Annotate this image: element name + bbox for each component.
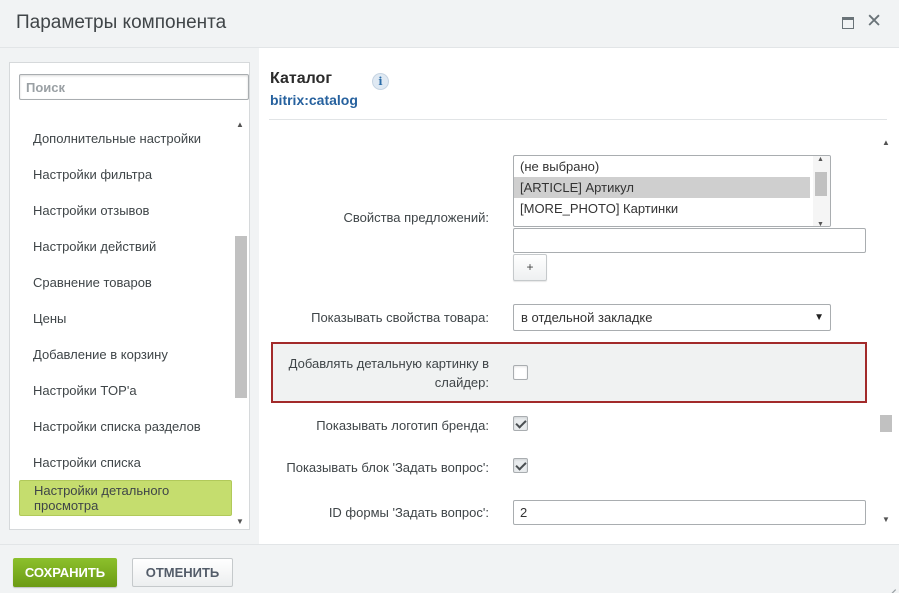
select-option[interactable]: [MORE_PHOTO] Картинки [514,198,810,219]
show-brand-logo-checkbox[interactable] [513,416,528,431]
component-code: bitrix:catalog [270,92,358,108]
cancel-button[interactable]: ОТМЕНИТЬ [132,558,233,587]
sidebar-item-label: Дополнительные настройки [33,130,202,146]
add-detail-pic-label: Добавлять детальную картинку в слайдер: [269,354,489,392]
scroll-up-icon[interactable]: ▲ [882,138,890,147]
scroll-thumb[interactable] [235,236,247,398]
sidebar-item-reviews[interactable]: Настройки отзывов [19,192,232,228]
sidebar-item-filter[interactable]: Настройки фильтра [19,156,232,192]
offer-props-select[interactable]: (не выбрано) [ARTICLE] Артикул [MORE_PHO… [513,155,831,227]
dialog-titlebar: Параметры компонента ✕ [0,0,899,48]
select-scrollbar[interactable]: ▲ ▼ [813,156,830,226]
sidebar-item-label: Сравнение товаров [33,274,152,290]
close-icon[interactable]: ✕ [866,12,882,31]
scroll-thumb[interactable] [815,172,827,196]
sidebar-item-detail[interactable]: Настройки детального просмотра [19,480,232,516]
maximize-icon[interactable] [842,17,854,29]
sidebar-item-actions[interactable]: Настройки действий [19,228,232,264]
sidebar-item-additional[interactable]: Дополнительные настройки [19,120,232,156]
show-ask-block-checkbox[interactable] [513,458,528,473]
sidebar-item-label: Настройки отзывов [33,202,150,218]
scroll-down-icon[interactable]: ▼ [817,221,824,226]
dropdown-arrow-icon: ▼ [814,312,824,323]
info-icon[interactable]: i [372,73,389,90]
show-props-label: Показывать свойства товара: [311,310,489,325]
select-option[interactable]: (не выбрано) [514,156,810,177]
scroll-down-icon[interactable]: ▼ [882,515,890,524]
show-brand-logo-label: Показывать логотип бренда: [316,418,489,433]
ask-form-id-label: ID формы 'Задать вопрос': [328,505,489,520]
select-value: в отдельной закладке [521,310,653,325]
offer-props-text-field[interactable] [513,228,866,253]
scroll-thumb[interactable] [880,415,892,432]
select-option-selected[interactable]: [ARTICLE] Артикул [514,177,810,198]
sidebar-item-label: Настройки детального просмотра [34,483,170,513]
add-detail-pic-label-text: Добавлять детальную картинку в слайдер: [288,356,489,390]
sidebar-item-prices[interactable]: Цены [19,300,232,336]
sidebar-item-label: Настройки действий [33,238,157,254]
sidebar-item-top[interactable]: Настройки TOP'а [19,372,232,408]
dialog-title: Параметры компонента [16,12,227,33]
show-ask-block-label: Показывать блок 'Задать вопрос': [286,460,489,475]
sidebar-item-section-list[interactable]: Настройки списка разделов [19,408,232,444]
sidebar-item-label: Цены [33,310,67,326]
sections-scrollbar[interactable]: ▲ ▼ [233,118,249,528]
sidebar-item-label: Настройки TOP'а [33,382,137,398]
sidebar-item-compare[interactable]: Сравнение товаров [19,264,232,300]
sidebar-item-label: Настройки списка [33,454,141,470]
add-detail-pic-checkbox[interactable] [513,365,528,380]
sections-list: Дополнительные настройки Настройки фильт… [19,120,232,524]
offer-props-label: Свойства предложений: [343,210,489,225]
save-button[interactable]: СОХРАНИТЬ [13,558,117,587]
sections-panel: Дополнительные настройки Настройки фильт… [9,62,250,530]
scroll-up-icon[interactable]: ▲ [236,120,244,129]
params-form: Свойства предложений: (не выбрано) [ARTI… [269,134,877,534]
dialog-body: Дополнительные настройки Настройки фильт… [0,48,899,544]
dialog-footer: СОХРАНИТЬ ОТМЕНИТЬ [0,544,899,593]
sidebar-item-basket[interactable]: Добавление в корзину [19,336,232,372]
add-field-button[interactable]: + [513,254,547,281]
scroll-down-icon[interactable]: ▼ [236,517,244,526]
component-header: Каталог i bitrix:catalog [269,48,887,120]
sidebar-item-label: Добавление в корзину [33,346,168,362]
scroll-up-icon[interactable]: ▲ [817,156,824,163]
resize-grip-icon[interactable] [886,580,896,590]
component-title: Каталог [270,70,332,87]
search-input[interactable] [19,74,249,100]
sidebar-item-label: Настройки фильтра [33,166,153,182]
params-panel: Каталог i bitrix:catalog Свойства предло… [259,48,899,544]
ask-form-id-field[interactable] [513,500,866,525]
sidebar-item-list[interactable]: Настройки списка [19,444,232,480]
show-props-select[interactable]: в отдельной закладке ▼ [513,304,831,331]
sidebar-item-label: Настройки списка разделов [33,418,201,434]
params-scrollbar[interactable]: ▲ ▼ [877,134,895,526]
highlighted-setting-row: Добавлять детальную картинку в слайдер: [271,342,867,403]
